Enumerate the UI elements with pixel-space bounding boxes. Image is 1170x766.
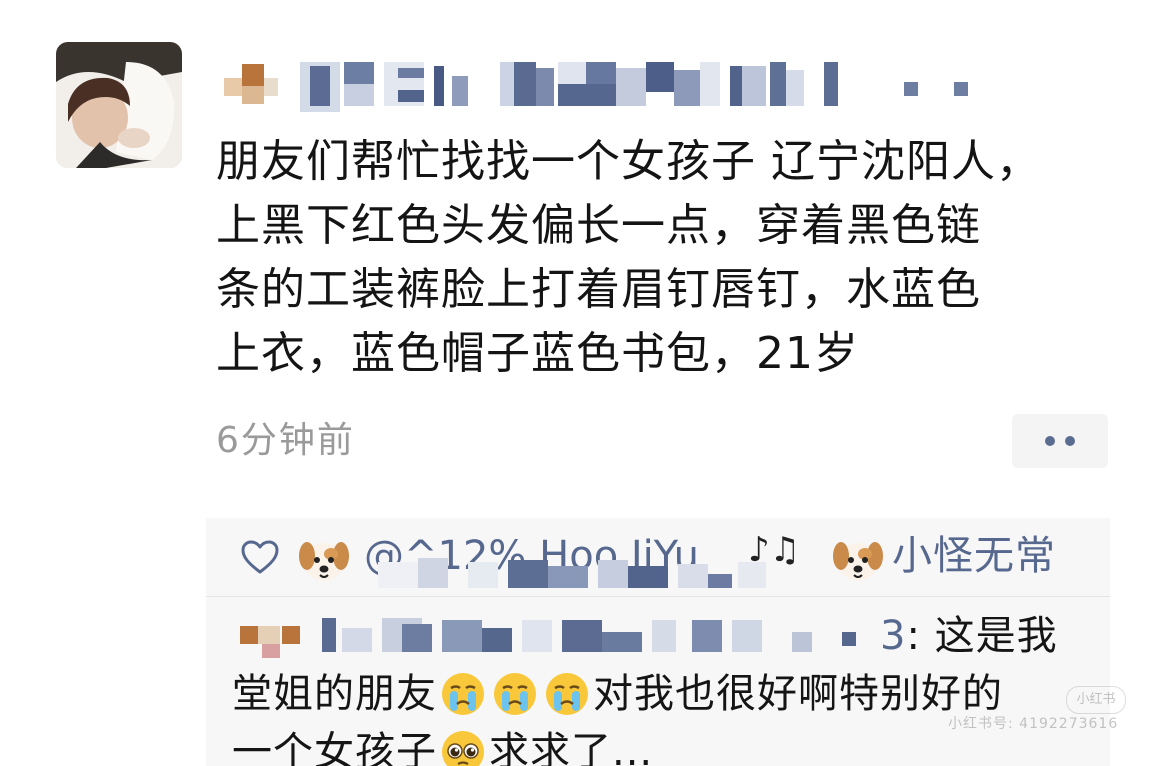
watermark-id: 小红书号: 4192273616	[948, 716, 1119, 732]
music-note-text: ♪♫	[748, 530, 801, 570]
comment-text-2a: 堂姐的朋友	[232, 671, 437, 717]
comment-line-2: 堂姐的朋友 对我也很好啊特别好的	[232, 666, 1003, 722]
post-content: 朋友们帮忙找找一个女孩子 辽宁沈阳人， 上黑下红色头发偏长一点，穿着黑色链 条的…	[216, 136, 1041, 379]
comment-text-3b: 求求了...	[489, 729, 654, 766]
comment-text-2b: 对我也很好啊特别好的	[593, 671, 1003, 717]
post-time: 6分钟前	[216, 420, 355, 461]
more-dot-icon	[1065, 436, 1075, 446]
more-dot-icon	[1045, 436, 1055, 446]
moments-post-screen: 朋友们帮忙找找一个女孩子 辽宁沈阳人， 上黑下红色头发偏长一点，穿着黑色链 条的…	[0, 0, 1170, 766]
dog-emoji-icon	[833, 542, 883, 581]
watermark-badge: 小红书	[1066, 686, 1126, 714]
comment-author-tail[interactable]: 3	[880, 613, 906, 659]
heart-icon	[241, 540, 279, 574]
avatar-photo	[56, 42, 182, 168]
panel-divider	[206, 596, 1110, 597]
comment-text-1: : 这是我	[906, 613, 1058, 659]
dog-emoji-icon	[299, 542, 349, 581]
crying-emoji-icon	[546, 673, 588, 715]
liker-name-2[interactable]: 小怪无常	[892, 528, 1056, 584]
comment-author-pixelated[interactable]	[232, 610, 872, 660]
crying-emoji-icon	[494, 673, 536, 715]
avatar[interactable]	[56, 42, 182, 168]
comment-line-3: 一个女孩子 求求了...	[232, 724, 653, 766]
crying-emoji-icon	[442, 673, 484, 715]
more-actions-button[interactable]	[1012, 414, 1108, 468]
comment-text-3a: 一个女孩子	[232, 729, 437, 766]
likes-row: @^12% Hoo JiYu ♪♫ 小怪无常	[240, 530, 1090, 588]
pleading-emoji-icon	[442, 731, 484, 766]
comment-line-1: 3: 这是我	[880, 608, 1058, 664]
liker-name-pixel-mask	[378, 558, 766, 588]
author-name-pixelated[interactable]	[214, 58, 1004, 114]
